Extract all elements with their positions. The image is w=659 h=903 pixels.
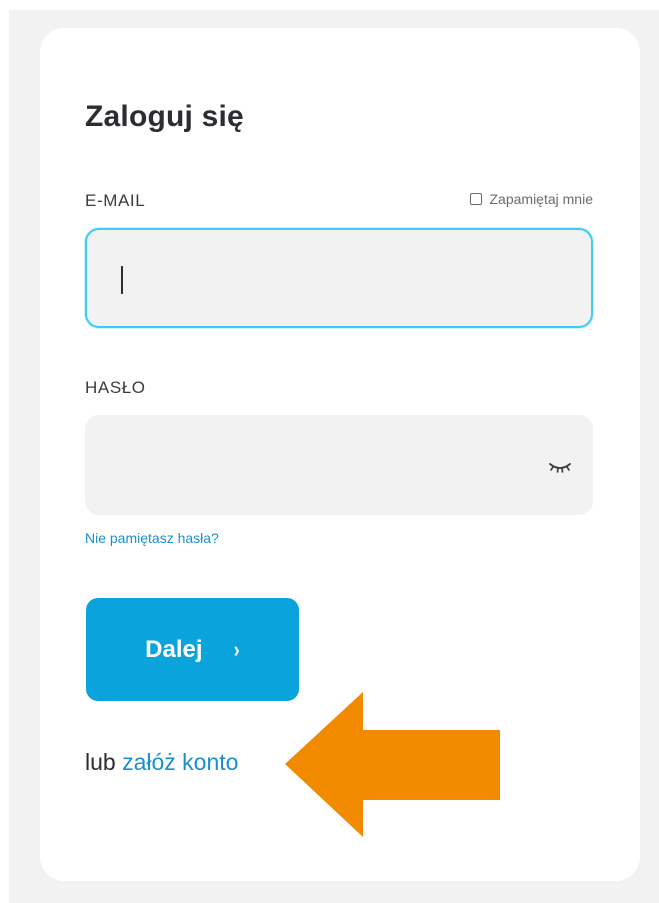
checkbox-icon[interactable] xyxy=(469,193,482,205)
email-label: E-MAIL xyxy=(85,191,146,210)
next-button[interactable]: Dalej › xyxy=(86,598,299,701)
or-text: lub xyxy=(85,749,116,775)
arrow-left-icon xyxy=(285,692,500,837)
password-input[interactable] xyxy=(85,415,593,515)
remember-me-checkbox[interactable]: Zapamiętaj mnie xyxy=(469,191,594,207)
chevron-right-icon[interactable]: › xyxy=(233,637,239,663)
next-button-label[interactable]: Dalej xyxy=(145,636,202,664)
text-caret xyxy=(121,266,123,294)
password-label: HASŁO xyxy=(85,378,146,397)
email-input[interactable] xyxy=(85,228,593,328)
forgot-password-link[interactable]: Nie pamiętasz hasła? xyxy=(85,530,219,546)
eye-closed-icon[interactable] xyxy=(547,455,573,477)
register-link[interactable]: załóż konto xyxy=(122,749,238,775)
page-title: Zaloguj się xyxy=(85,100,244,133)
register-prompt: lub załóż konto xyxy=(85,749,238,776)
remember-me-label[interactable]: Zapamiętaj mnie xyxy=(490,191,594,207)
